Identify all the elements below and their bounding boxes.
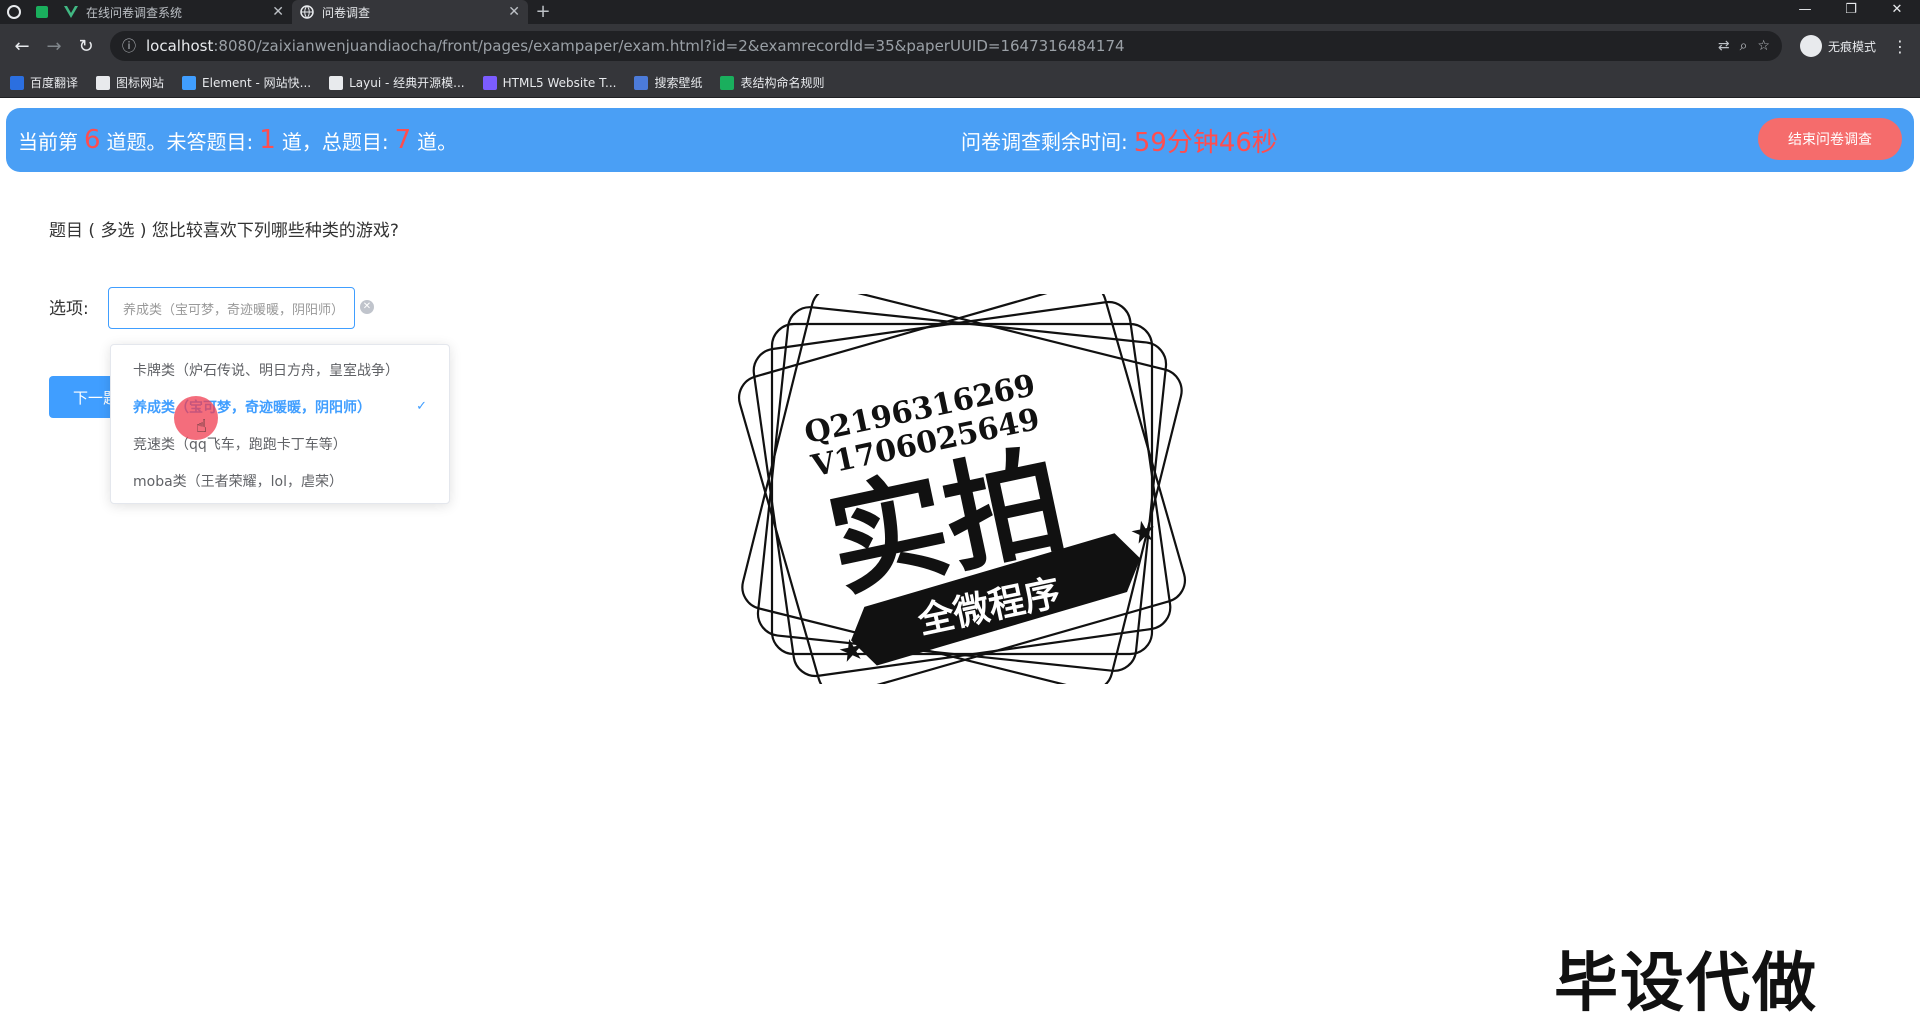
bookmark-label: 百度翻译	[30, 76, 79, 90]
total-suffix: 道。	[417, 129, 458, 154]
check-icon: ✓	[416, 399, 427, 414]
forward-arrow-icon[interactable]: →	[40, 32, 68, 60]
browser-toolbar: ← → ↻ ⓘ localhost:8080/zaixianwenjuandia…	[0, 24, 1920, 68]
window-controls: — ❐ ✕	[1782, 0, 1920, 24]
bookmark-favicon-icon	[96, 75, 111, 90]
bookmark-item[interactable]: 表结构命名规则	[720, 74, 824, 91]
bookmark-label: Element - 网站快...	[202, 76, 312, 90]
current-suffix: 道题。未答题目:	[106, 129, 254, 154]
bookmark-favicon-icon	[182, 75, 197, 90]
dropdown-option[interactable]: moba类（王者荣耀，lol，虐荣）	[111, 462, 449, 499]
close-icon[interactable]: ✕	[272, 4, 284, 20]
total-count: 7	[394, 125, 412, 155]
back-arrow-icon[interactable]: ←	[8, 32, 36, 60]
bookmark-item[interactable]: Layui - 经典开源模...	[329, 74, 465, 91]
unanswered-count: 1	[259, 125, 276, 155]
close-window-icon[interactable]: ✕	[1874, 0, 1920, 24]
current-question-num: 6	[84, 125, 101, 155]
info-icon[interactable]: ⓘ	[122, 36, 136, 56]
bookmark-item[interactable]: 百度翻译	[10, 74, 78, 91]
timer-label: 问卷调查剩余时间:	[961, 129, 1128, 154]
option-label: 养成类（宝可梦，奇迹暖暖，阴阳师）	[133, 399, 371, 416]
more-menu-icon[interactable]: ⋮	[1888, 37, 1912, 56]
globe-icon	[300, 5, 314, 19]
restore-icon[interactable]: ❐	[1828, 0, 1874, 24]
translate-icon[interactable]: ⇄	[1718, 38, 1730, 54]
pinned-tab-icon[interactable]	[28, 0, 56, 24]
select-value: 养成类（宝可梦，奇迹暖暖，阴阳师）	[123, 302, 345, 318]
new-tab-button[interactable]: +	[528, 0, 558, 24]
bookmark-favicon-icon	[10, 75, 24, 90]
bookmark-item[interactable]: HTML5 Website T...	[482, 75, 617, 90]
dropdown-option[interactable]: 卡牌类（炉石传说、明日方舟，皇室战争）	[111, 351, 449, 388]
bookmark-label: 图标网站	[116, 76, 165, 90]
bookmark-favicon-icon	[634, 75, 649, 90]
timer-value: 59分钟46秒	[1133, 127, 1278, 158]
zoom-icon[interactable]: ⌕	[1740, 38, 1748, 54]
tab-title: 在线问卷调查系统	[86, 5, 183, 20]
bookmarks-bar: 百度翻译 图标网站 Element - 网站快... Layui - 经典开源模...…	[0, 68, 1920, 98]
bookmark-item[interactable]: 搜索壁纸	[634, 74, 702, 91]
bookmark-favicon-icon	[720, 75, 735, 90]
tab-survey-system[interactable]: 在线问卷调查系统 ✕	[56, 0, 292, 24]
page-content: 当前第 6 道题。未答题目: 1 道，总题目: 7 道。 问卷调查剩余时间: 5…	[0, 98, 1920, 1021]
tab-title: 问卷调查	[322, 5, 371, 20]
tab-survey[interactable]: 问卷调查 ✕	[292, 0, 528, 24]
countdown: 问卷调查剩余时间: 59分钟46秒	[961, 122, 1284, 159]
option-label: moba类（王者荣耀，lol，虐荣）	[133, 473, 344, 490]
bookmark-favicon-icon	[329, 75, 344, 90]
profile-label: 无痕模式	[1827, 39, 1876, 54]
bookmark-item[interactable]: Element - 网站快...	[182, 74, 311, 91]
vue-logo-icon	[64, 6, 78, 18]
watermark-stamp: Q2196316269 V1706025649 实拍 全微程序 ★ ★	[737, 294, 1187, 684]
bookmark-label: HTML5 Website T...	[502, 75, 617, 90]
current-prefix: 当前第	[18, 129, 78, 154]
status-banner: 当前第 6 道题。未答题目: 1 道，总题目: 7 道。 问卷调查剩余时间: 5…	[6, 108, 1914, 172]
bookmark-label: Layui - 经典开源模...	[349, 76, 465, 90]
options-label: 选项:	[49, 299, 89, 319]
url-host: localhost	[146, 37, 214, 55]
bookmark-star-icon[interactable]: ☆	[1757, 38, 1770, 54]
minimize-icon[interactable]: —	[1782, 0, 1828, 24]
dropdown-option[interactable]: 养成类（宝可梦，奇迹暖暖，阴阳师） ✓	[111, 388, 449, 425]
options-dropdown: 卡牌类（炉石传说、明日方舟，皇室战争） 养成类（宝可梦，奇迹暖暖，阴阳师） ✓ 竞速类…	[110, 344, 450, 504]
close-icon[interactable]: ✕	[508, 4, 520, 20]
star-icon: ★	[1127, 513, 1161, 553]
reload-icon[interactable]: ↻	[72, 32, 100, 60]
option-label: 卡牌类（炉石传说、明日方舟，皇室战争）	[133, 362, 399, 379]
option-label: 竞速类（qq飞车，跑跑卡丁车等）	[133, 436, 347, 453]
browser-tabbar: 在线问卷调查系统 ✕ 问卷调查 ✕ + — ❐ ✕	[0, 0, 1920, 24]
clear-icon[interactable]: ✕	[360, 300, 374, 314]
incognito-icon	[1799, 35, 1822, 57]
bookmark-label: 搜索壁纸	[654, 76, 703, 90]
address-bar[interactable]: ⓘ localhost:8080/zaixianwenjuandiaocha/f…	[110, 31, 1782, 61]
url-path: :8080/zaixianwenjuandiaocha/front/pages/…	[213, 37, 1125, 55]
bookmark-favicon-icon	[482, 75, 497, 90]
footer-watermark: 毕设代做	[1554, 947, 1818, 1021]
url-text[interactable]: localhost:8080/zaixianwenjuandiaocha/fro…	[146, 37, 1708, 55]
progress-summary: 当前第 6 道题。未答题目: 1 道，总题目: 7 道。	[18, 125, 457, 155]
bookmark-label: 表结构命名规则	[740, 76, 825, 90]
end-survey-button[interactable]: 结束问卷调查	[1758, 118, 1902, 160]
options-select[interactable]: 养成类（宝可梦，奇迹暖暖，阴阳师）	[108, 287, 355, 329]
incognito-profile[interactable]: 无痕模式	[1792, 35, 1884, 57]
hand-cursor-icon: ☝	[196, 416, 207, 437]
dropdown-option[interactable]: 竞速类（qq飞车，跑跑卡丁车等）	[111, 425, 449, 462]
chrome-menu-icon[interactable]	[0, 0, 28, 24]
question-text: 题目 ( 多选 ) 您比较喜欢下列哪些种类的游戏?	[49, 221, 399, 241]
bookmark-item[interactable]: 图标网站	[96, 74, 164, 91]
unanswered-suffix: 道，总题目:	[281, 129, 389, 154]
